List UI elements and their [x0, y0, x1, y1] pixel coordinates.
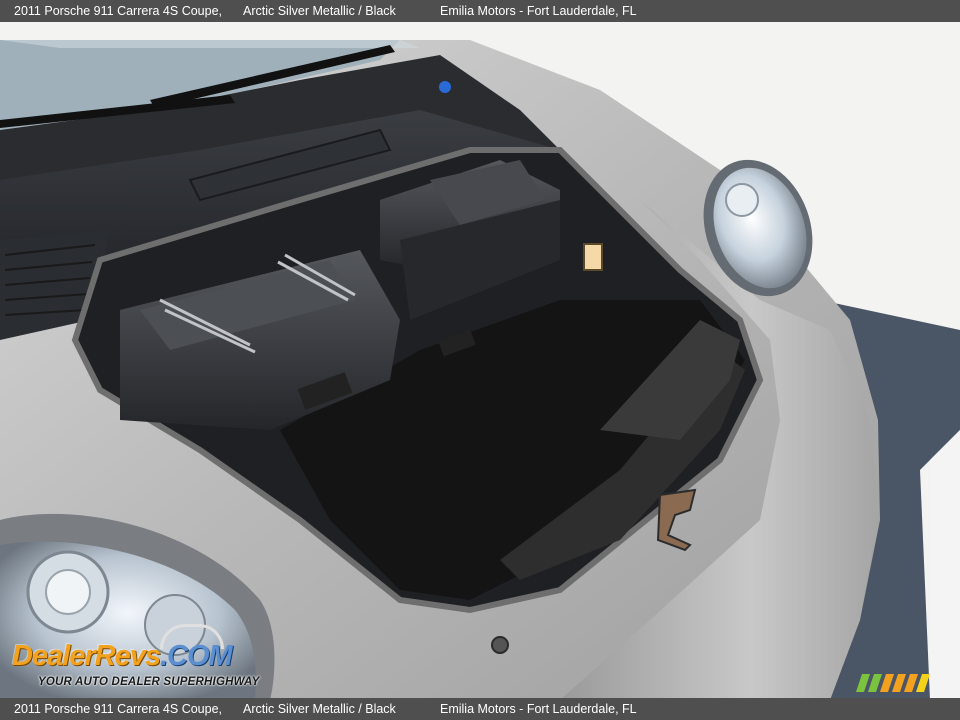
dealerrevs-watermark: DealerRevs.COM YOUR AUTO DEALER SUPERHIG…: [10, 618, 270, 688]
caption-dealer-bottom: Emilia Motors - Fort Lauderdale, FL: [440, 702, 637, 716]
top-caption-bar: 2011 Porsche 911 Carrera 4S Coupe, Arcti…: [0, 0, 960, 22]
caption-vehicle: 2011 Porsche 911 Carrera 4S Coupe,: [14, 4, 222, 18]
car-photo: [0, 22, 960, 698]
bottom-caption-bar: 2011 Porsche 911 Carrera 4S Coupe, Arcti…: [0, 698, 960, 720]
caption-color-bottom: Arctic Silver Metallic / Black: [243, 702, 396, 716]
watermark-brand-part2: .COM: [160, 640, 233, 672]
caption-vehicle-bottom: 2011 Porsche 911 Carrera 4S Coupe,: [14, 702, 222, 716]
stripes-logo-icon: [856, 672, 936, 694]
caption-dealer: Emilia Motors - Fort Lauderdale, FL: [440, 4, 637, 18]
watermark-logo: DealerRevs.COM: [12, 640, 233, 673]
watermark-brand-part1: DealerRevs: [12, 640, 161, 672]
watermark-tagline: YOUR AUTO DEALER SUPERHIGHWAY: [38, 676, 260, 688]
caption-color: Arctic Silver Metallic / Black: [243, 4, 396, 18]
